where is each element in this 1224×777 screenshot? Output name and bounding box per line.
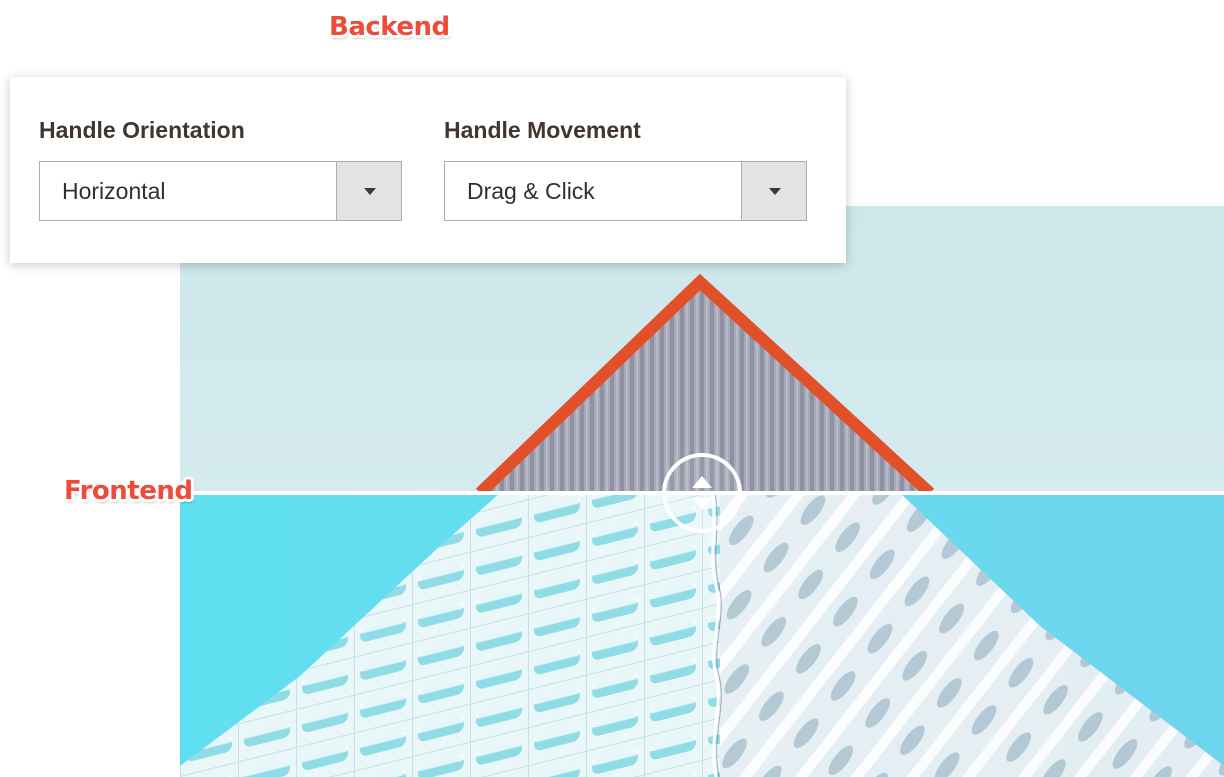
drag-handle-icon[interactable]	[662, 453, 742, 533]
settings-panel: Handle Orientation Horizontal Handle Mov…	[10, 77, 846, 263]
movement-dropdown-button[interactable]	[741, 162, 806, 220]
movement-field: Handle Movement Drag & Click	[444, 115, 807, 221]
chevron-down-icon	[364, 188, 376, 195]
orientation-label: Handle Orientation	[39, 117, 245, 143]
orientation-value: Horizontal	[62, 178, 166, 204]
movement-value: Drag & Click	[467, 178, 595, 204]
orientation-dropdown-button[interactable]	[336, 162, 401, 220]
movement-select[interactable]: Drag & Click	[444, 161, 807, 221]
movement-label: Handle Movement	[444, 117, 641, 143]
backend-label: Backend	[329, 12, 450, 42]
comparison-image	[180, 206, 1224, 777]
orientation-field: Handle Orientation Horizontal	[39, 115, 402, 221]
image-comparison-slider[interactable]	[180, 206, 1224, 777]
orientation-select[interactable]: Horizontal	[39, 161, 402, 221]
frontend-label: Frontend	[64, 476, 193, 506]
chevron-down-icon	[769, 188, 781, 195]
